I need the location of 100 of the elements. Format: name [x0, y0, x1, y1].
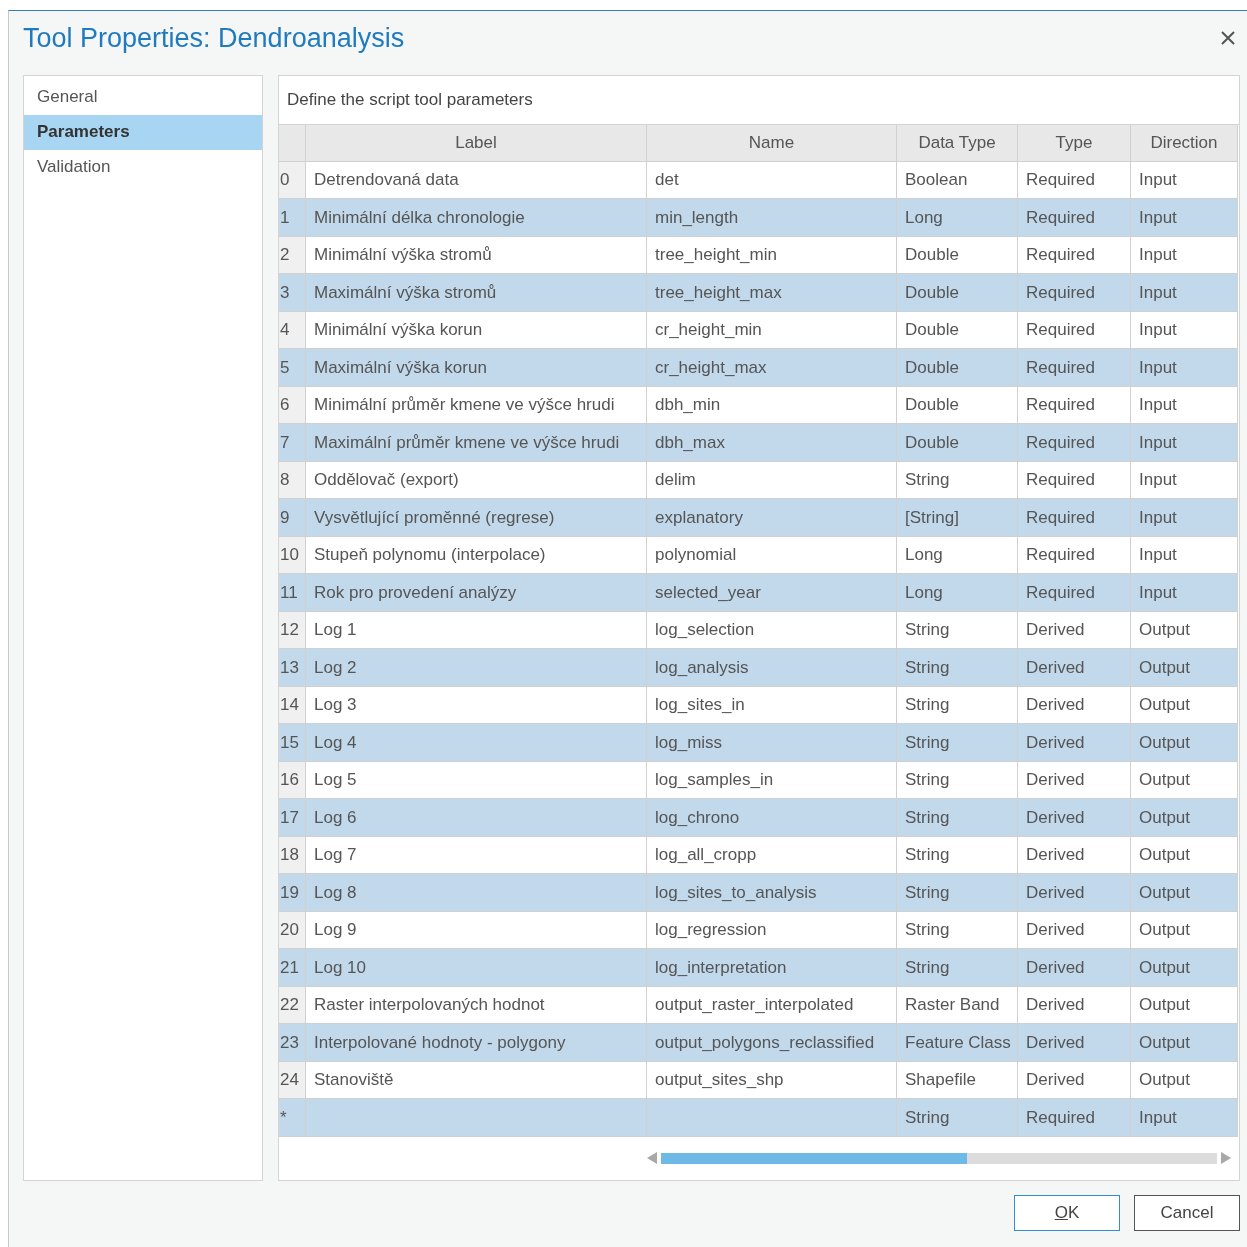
row-number: 2 — [279, 236, 306, 275]
table-cell: log_analysis — [647, 649, 897, 687]
row-number: 10 — [279, 536, 306, 575]
table-cell: String — [897, 874, 1018, 912]
row-number: 6 — [279, 386, 306, 425]
table-cell: log_sites_to_analysis — [647, 874, 897, 912]
table-cell: Double — [897, 424, 1018, 462]
table-cell: Output — [1131, 799, 1238, 837]
row-number: 5 — [279, 349, 306, 387]
row-number: 4 — [279, 311, 306, 350]
table-cell: Required — [1018, 199, 1131, 237]
table-cell: Double — [897, 349, 1018, 387]
table-cell: Required — [1018, 424, 1131, 462]
table-cell: Input — [1131, 424, 1238, 462]
table-cell: Output — [1131, 724, 1238, 762]
row-number: 15 — [279, 724, 306, 762]
row-number: 0 — [279, 161, 306, 200]
table-cell: String — [897, 649, 1018, 687]
sidebar-item[interactable]: Validation — [24, 150, 262, 185]
table-cell: Log 8 — [306, 874, 647, 912]
scroll-right-icon[interactable] — [1221, 1152, 1231, 1165]
row-number: 8 — [279, 461, 306, 500]
row-number: 11 — [279, 574, 306, 612]
table-cell: Derived — [1018, 649, 1131, 687]
table-cell: output_polygons_reclassified — [647, 1024, 897, 1062]
column-header[interactable]: Type — [1018, 124, 1131, 162]
row-number: 9 — [279, 499, 306, 537]
row-number: 23 — [279, 1024, 306, 1062]
table-cell: Feature Class — [897, 1024, 1018, 1062]
table-cell: Interpolované hodnoty - polygony — [306, 1024, 647, 1062]
table-cell: Rok pro provedení analýzy — [306, 574, 647, 612]
row-number: 13 — [279, 649, 306, 687]
table-cell: Output — [1131, 649, 1238, 687]
table-cell: Derived — [1018, 799, 1131, 837]
row-number: 24 — [279, 1061, 306, 1100]
close-icon — [1221, 31, 1235, 45]
row-number: * — [279, 1099, 306, 1137]
row-number: 1 — [279, 199, 306, 237]
column-header[interactable]: Data Type — [897, 124, 1018, 162]
table-cell: selected_year — [647, 574, 897, 612]
row-number: 19 — [279, 874, 306, 912]
scroll-left-icon[interactable] — [647, 1152, 657, 1165]
column-header[interactable]: Direction — [1131, 124, 1238, 162]
table-cell: Required — [1018, 1099, 1131, 1137]
table-cell: Log 2 — [306, 649, 647, 687]
row-number: 7 — [279, 424, 306, 462]
table-cell: Input — [1131, 274, 1238, 312]
row-number: 12 — [279, 611, 306, 650]
table-cell: min_length — [647, 199, 897, 237]
row-number: 3 — [279, 274, 306, 312]
row-number: 18 — [279, 836, 306, 875]
table-cell: Double — [897, 274, 1018, 312]
table-cell: Output — [1131, 874, 1238, 912]
table-cell: Maximální průměr kmene ve výšce hrudi — [306, 424, 647, 462]
table-cell: Log 6 — [306, 799, 647, 837]
table-cell: cr_height_max — [647, 349, 897, 387]
table-cell: String — [897, 724, 1018, 762]
column-header[interactable]: Label — [306, 124, 647, 162]
table-cell: dbh_max — [647, 424, 897, 462]
table-cell: Long — [897, 199, 1018, 237]
table-cell: Output — [1131, 1024, 1238, 1062]
dialog-button[interactable]: OK — [1014, 1195, 1120, 1231]
table-cell: Maximální výška stromů — [306, 274, 647, 312]
table-cell: Required — [1018, 274, 1131, 312]
scrollbar-track[interactable] — [661, 1152, 1217, 1164]
table-cell: Minimální délka chronologie — [306, 199, 647, 237]
scrollbar-thumb[interactable] — [661, 1152, 967, 1164]
table-cell: Input — [1131, 574, 1238, 612]
table-cell: [String] — [897, 499, 1018, 537]
row-number: 14 — [279, 686, 306, 725]
table-cell: Input — [1131, 1099, 1238, 1137]
table-cell: Derived — [1018, 1024, 1131, 1062]
table-cell: log_chrono — [647, 799, 897, 837]
row-number: 20 — [279, 911, 306, 950]
table-cell: Vysvětlující proměnné (regrese) — [306, 499, 647, 537]
table-cell: Input — [1131, 349, 1238, 387]
window-title: Tool Properties: Dendroanalysis — [23, 22, 405, 54]
table-cell: Input — [1131, 199, 1238, 237]
table-cell: Derived — [1018, 874, 1131, 912]
row-number: 17 — [279, 799, 306, 837]
table-cell: Derived — [1018, 949, 1131, 987]
table-cell: Input — [1131, 499, 1238, 537]
row-number: 16 — [279, 761, 306, 800]
table-cell: explanatory — [647, 499, 897, 537]
table-cell: String — [897, 1099, 1018, 1137]
table-cell: String — [897, 949, 1018, 987]
table-cell: Required — [1018, 499, 1131, 537]
dialog-button[interactable]: Cancel — [1134, 1195, 1240, 1231]
table-cell: log_interpretation — [647, 949, 897, 987]
table-cell: Long — [897, 574, 1018, 612]
sidebar-item[interactable]: General — [24, 80, 262, 115]
column-header[interactable]: Name — [647, 124, 897, 162]
table-cell: String — [897, 799, 1018, 837]
table-cell: Derived — [1018, 724, 1131, 762]
sidebar-item[interactable]: Parameters — [24, 115, 262, 150]
row-number: 22 — [279, 986, 306, 1025]
table-cell: Required — [1018, 574, 1131, 612]
table-cell: Output — [1131, 949, 1238, 987]
table-cell: log_miss — [647, 724, 897, 762]
row-number: 21 — [279, 949, 306, 987]
